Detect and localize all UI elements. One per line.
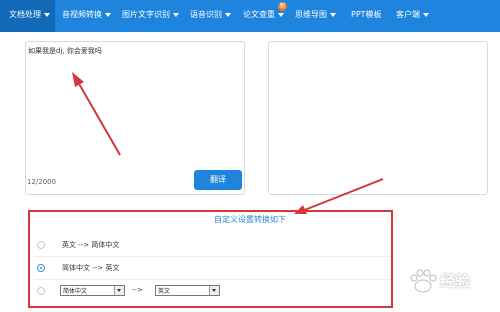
paw-icon [410,269,437,293]
baidu-watermark: 经验 [406,262,500,302]
arrow-to-settings [294,178,384,214]
watermark-text: 经验 [440,272,471,290]
arrow-to-input [72,72,121,156]
